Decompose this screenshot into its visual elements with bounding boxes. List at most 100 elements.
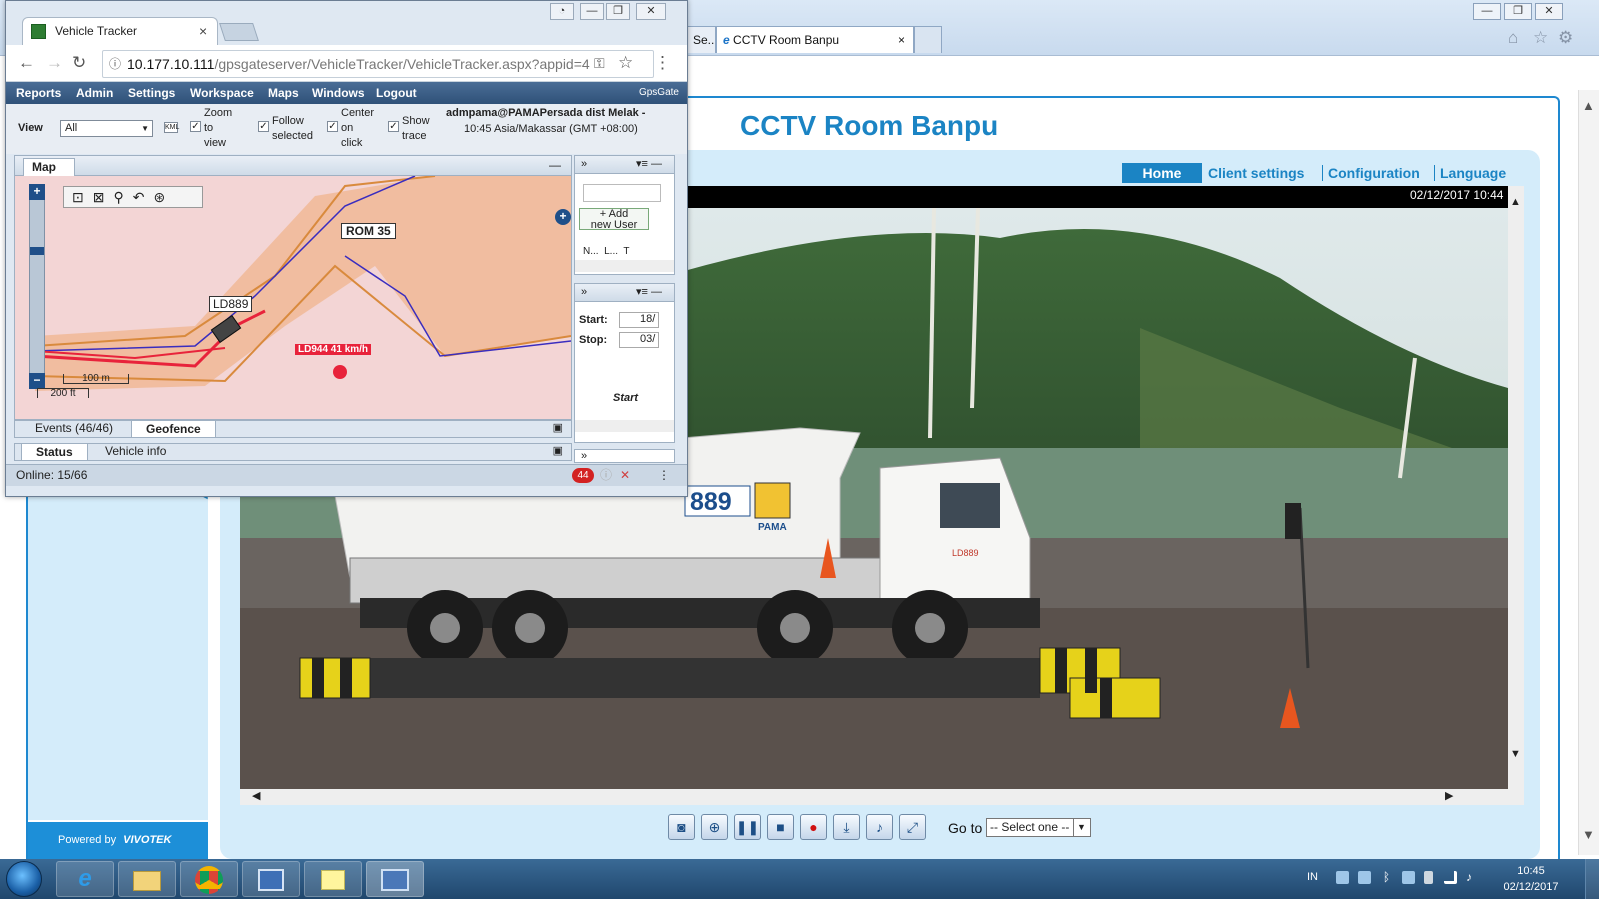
- center-on-click-checkbox[interactable]: ✓: [327, 121, 338, 132]
- map-canvas[interactable]: + − ⊡⊠⚲↶⊛ + ROM 35 LD889 LD944 41 km/h 1…: [15, 176, 571, 419]
- start-date-input[interactable]: 18/: [619, 312, 659, 328]
- forward-icon[interactable]: →: [46, 53, 63, 73]
- col-t[interactable]: T: [623, 246, 629, 257]
- add-new-user-button[interactable]: + Add new User: [579, 208, 649, 231]
- video-vertical-scrollbar[interactable]: ▲ ▼: [1508, 186, 1524, 789]
- taskbar-sticky-notes[interactable]: [304, 861, 362, 897]
- address-bar[interactable]: ⓘ 10.177.10.111/gpsgateserver/VehicleTra…: [102, 50, 654, 78]
- nav-language[interactable]: Language: [1440, 163, 1506, 183]
- settings-gear-icon[interactable]: ⚙: [1558, 28, 1573, 48]
- panel-menu-icon[interactable]: ▾≡ —: [636, 156, 662, 173]
- volume-icon[interactable]: ♪: [1466, 871, 1479, 884]
- menu-settings[interactable]: Settings: [128, 82, 175, 104]
- minimize-panel-icon[interactable]: —: [549, 158, 561, 172]
- menu-admin[interactable]: Admin: [76, 82, 113, 104]
- vt-tab[interactable]: Vehicle Tracker ×: [22, 17, 218, 45]
- taskbar-file-explorer[interactable]: [118, 861, 176, 897]
- info-icon[interactable]: ⓘ: [600, 465, 612, 486]
- page-info-icon[interactable]: ⓘ: [109, 51, 121, 77]
- zoom-fit-icon[interactable]: ⊠: [93, 189, 114, 205]
- scroll-left-icon[interactable]: ◀: [252, 789, 260, 802]
- tab-events[interactable]: Events (46/46): [21, 420, 127, 438]
- stop-icon[interactable]: ■: [767, 814, 794, 840]
- fullscreen-icon[interactable]: ⤢: [899, 814, 926, 840]
- snapshot-icon[interactable]: ◙: [668, 814, 695, 840]
- ie-tab-cctv[interactable]: e CCTV Room Banpu ×: [716, 26, 914, 53]
- map-tools[interactable]: ⊡⊠⚲↶⊛: [63, 186, 203, 208]
- nav-home[interactable]: Home: [1122, 163, 1202, 183]
- ie-tab-close-icon[interactable]: ×: [898, 27, 905, 53]
- poi-icon[interactable]: ⊛: [153, 189, 174, 205]
- bluetooth-icon[interactable]: ᛒ: [1380, 871, 1393, 884]
- collapse-icon[interactable]: »: [581, 286, 587, 298]
- show-trace-checkbox[interactable]: ✓: [388, 121, 399, 132]
- start-trace-button[interactable]: Start: [613, 392, 638, 404]
- user-search-input[interactable]: [583, 184, 661, 202]
- ie-minimize-button[interactable]: —: [1473, 3, 1501, 20]
- restore-button[interactable]: ❐: [606, 3, 630, 20]
- system-clock[interactable]: 10:45 02/12/2017: [1500, 863, 1562, 895]
- tray-sync-icon[interactable]: [1402, 871, 1415, 884]
- video-horizontal-scrollbar[interactable]: ◀ ▶: [240, 789, 1524, 805]
- input-language[interactable]: IN: [1307, 871, 1318, 883]
- start-button[interactable]: [6, 861, 42, 897]
- menu-reports[interactable]: Reports: [16, 82, 61, 104]
- tab-map[interactable]: Map: [23, 158, 75, 176]
- menu-workspace[interactable]: Workspace: [190, 82, 254, 104]
- tray-network-icon[interactable]: [1336, 871, 1349, 884]
- battery-icon[interactable]: [1424, 871, 1433, 884]
- col-name[interactable]: N...: [583, 246, 599, 257]
- pause-icon[interactable]: ❚❚: [734, 814, 761, 840]
- record-icon[interactable]: ●: [800, 814, 827, 840]
- zoom-slider[interactable]: + −: [29, 184, 45, 389]
- ie-new-tab-button[interactable]: [914, 26, 942, 53]
- zoom-icon[interactable]: ⊕: [701, 814, 728, 840]
- reload-icon[interactable]: ↻: [72, 53, 86, 73]
- chevron-down-icon[interactable]: ▼: [1073, 819, 1089, 836]
- col-l[interactable]: L...: [604, 246, 618, 257]
- user-profile-icon[interactable]: ◔: [550, 3, 574, 20]
- minimize-button[interactable]: —: [580, 3, 604, 20]
- zoom-out-icon[interactable]: −: [29, 373, 45, 389]
- trace-hscrollbar[interactable]: [575, 420, 674, 432]
- ie-close-button[interactable]: ✕: [1535, 3, 1563, 20]
- taskbar-remote-desktop[interactable]: [366, 861, 424, 897]
- key-icon[interactable]: ⚿: [594, 55, 605, 72]
- scroll-up-icon[interactable]: ▲: [1582, 98, 1595, 113]
- ie-restore-button[interactable]: ❐: [1504, 3, 1532, 20]
- new-tab-button[interactable]: [219, 23, 259, 41]
- stop-date-input[interactable]: 03/: [619, 332, 659, 348]
- maximize-panel-icon[interactable]: ▣: [553, 444, 563, 457]
- scroll-up-icon[interactable]: ▲: [1510, 196, 1521, 208]
- scroll-down-icon[interactable]: ▼: [1582, 827, 1595, 842]
- taskbar-network-app[interactable]: [242, 861, 300, 897]
- zoom-in-icon[interactable]: +: [29, 184, 45, 200]
- alarm-badge[interactable]: 44: [572, 468, 594, 483]
- more-options-icon[interactable]: ⋮: [658, 465, 670, 486]
- scroll-down-icon[interactable]: ▼: [1510, 748, 1521, 760]
- menu-windows[interactable]: Windows: [312, 82, 365, 104]
- chrome-menu-icon[interactable]: ⋮: [654, 53, 671, 73]
- scroll-right-icon[interactable]: ▶: [1445, 789, 1453, 802]
- maximize-panel-icon[interactable]: ▣: [553, 421, 563, 434]
- nav-configuration[interactable]: Configuration: [1328, 163, 1420, 183]
- zoom-box-icon[interactable]: ⊡: [72, 189, 93, 205]
- zoom-handle[interactable]: [30, 247, 44, 255]
- map-label-ld944[interactable]: LD944 41 km/h: [295, 344, 372, 355]
- ie-vertical-scrollbar[interactable]: [1578, 90, 1599, 855]
- volume-icon[interactable]: ♪: [866, 814, 893, 840]
- taskbar-chrome[interactable]: [180, 861, 238, 897]
- measure-icon[interactable]: ⚲: [113, 189, 132, 205]
- expand-panel-icon[interactable]: +: [555, 209, 571, 225]
- taskbar-internet-explorer[interactable]: e: [56, 861, 114, 897]
- signal-icon[interactable]: [1444, 871, 1457, 884]
- ie-tab-previous[interactable]: Se...: [686, 26, 716, 53]
- tab-geofence[interactable]: Geofence: [131, 420, 216, 438]
- view-select[interactable]: All ▼: [60, 120, 153, 137]
- nav-client-settings[interactable]: Client settings: [1208, 163, 1304, 183]
- tray-app-icon[interactable]: [1358, 871, 1371, 884]
- home-icon[interactable]: ⌂: [1508, 28, 1518, 48]
- show-desktop-button[interactable]: [1585, 859, 1599, 899]
- close-window-button[interactable]: ✕: [636, 3, 666, 20]
- download-icon[interactable]: ⤓: [833, 814, 860, 840]
